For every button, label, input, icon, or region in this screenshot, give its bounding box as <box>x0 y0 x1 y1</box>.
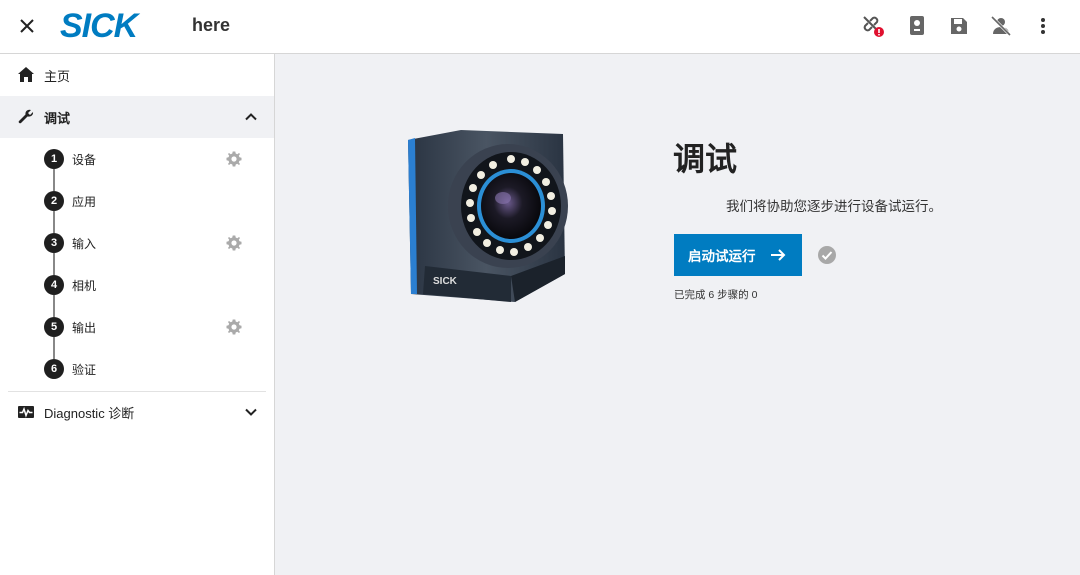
gear-icon[interactable] <box>226 151 242 167</box>
save-button[interactable] <box>947 14 971 38</box>
chevron-down-icon[interactable] <box>244 405 258 419</box>
main-content: SICK 调试 我们将协助您逐步进行设备试运行。 启动试运行 已完成 6 步骤的… <box>275 54 1080 575</box>
app-header: SICK here <box>0 0 1080 54</box>
user-off-icon <box>990 15 1012 37</box>
diagnostic-icon <box>18 406 34 418</box>
sidebar-item-label: 调试 <box>44 110 71 126</box>
sidebar-item-commissioning[interactable]: 调试 <box>0 96 274 138</box>
sidebar-item-diagnostic[interactable]: Diagnostic 诊断 <box>0 391 274 433</box>
arrow-right-icon <box>771 249 786 261</box>
check-circle-icon <box>818 246 836 264</box>
step-number: 6 <box>44 359 64 379</box>
close-icon <box>20 19 34 33</box>
page-heading: 调试 <box>673 141 738 177</box>
step-item-output[interactable]: 5 输出 <box>0 306 274 348</box>
step-label: 设备 <box>72 153 97 167</box>
step-number: 1 <box>44 149 64 169</box>
camera-product-image: SICK <box>408 130 568 302</box>
description-text: 我们将协助您逐步进行设备试运行。 <box>726 199 942 214</box>
step-label: 相机 <box>72 279 97 293</box>
device-button[interactable] <box>905 14 929 38</box>
step-item-input[interactable]: 3 输入 <box>0 222 274 264</box>
step-label: 输入 <box>72 237 97 251</box>
step-label: 验证 <box>72 363 97 377</box>
save-icon <box>951 18 967 34</box>
device-icon <box>910 16 924 35</box>
step-number: 5 <box>44 317 64 337</box>
page-title: here <box>192 15 231 35</box>
sidebar-item-label: 主页 <box>44 68 71 84</box>
step-item-device[interactable]: 1 设备 <box>0 138 274 180</box>
sidebar-item-label: Diagnostic 诊断 <box>44 405 135 421</box>
step-label: 应用 <box>72 195 97 209</box>
step-item-verify[interactable]: 6 验证 <box>0 348 274 390</box>
user-status-button[interactable] <box>989 14 1013 38</box>
start-commissioning-button[interactable]: 启动试运行 <box>674 234 802 276</box>
more-vert-icon <box>1041 18 1045 34</box>
chevron-up-icon[interactable] <box>244 110 258 124</box>
sick-logo: SICK <box>60 7 138 45</box>
start-button-label: 启动试运行 <box>688 249 756 264</box>
step-item-camera[interactable]: 4 相机 <box>0 264 274 306</box>
close-button[interactable] <box>14 13 40 39</box>
step-label: 输出 <box>72 321 97 335</box>
step-item-application[interactable]: 2 应用 <box>0 180 274 222</box>
home-icon <box>18 67 34 82</box>
wrench-icon <box>18 109 34 124</box>
step-number: 3 <box>44 233 64 253</box>
gear-icon[interactable] <box>226 235 242 251</box>
more-menu-button[interactable] <box>1031 14 1055 38</box>
progress-text: 已完成 6 步骤的 0 <box>674 289 758 301</box>
sidebar-item-home[interactable]: 主页 <box>0 54 274 96</box>
camera-logo: SICK <box>433 276 458 287</box>
connection-status-button[interactable] <box>861 14 885 38</box>
gear-icon[interactable] <box>226 319 242 335</box>
step-number: 4 <box>44 275 64 295</box>
step-number: 2 <box>44 191 64 211</box>
sidebar: 主页 调试 1 设备 2 应用 3 输入 4 相机 5 输出 6 验证 Diag… <box>0 54 275 575</box>
unlink-warning-icon <box>863 16 884 37</box>
